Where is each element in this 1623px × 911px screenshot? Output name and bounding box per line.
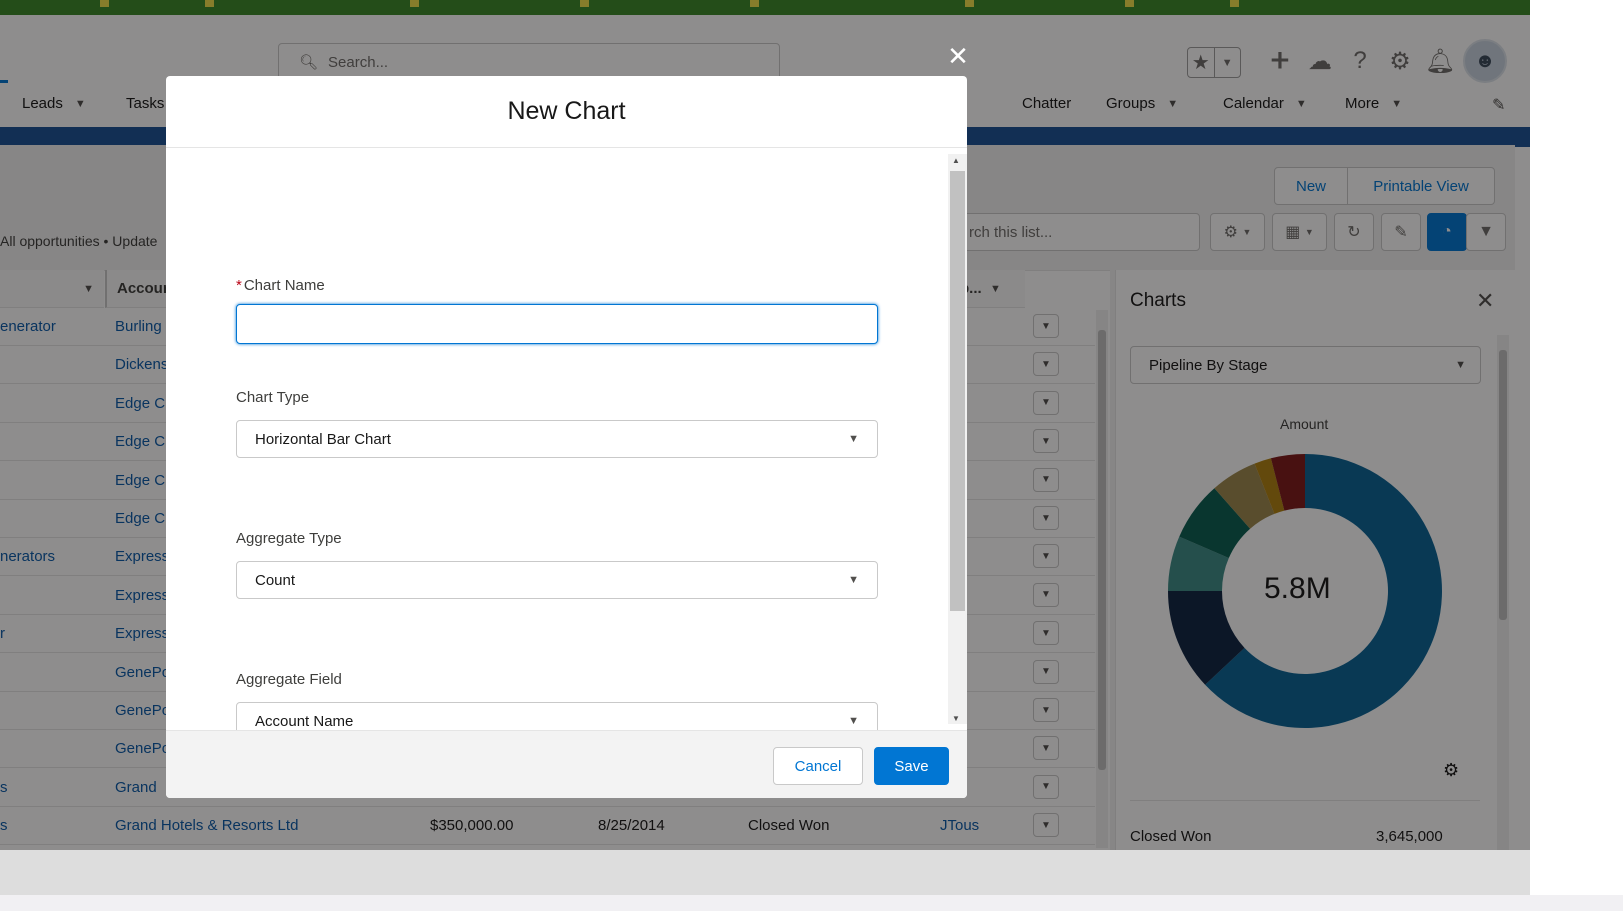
aggregate-type-select[interactable]: Count ▼	[236, 561, 878, 599]
scroll-down-icon[interactable]: ▼	[952, 714, 960, 723]
new-chart-modal: New Chart * Chart Name Chart Type Horizon…	[166, 76, 967, 798]
chart-type-label: Chart Type	[236, 389, 310, 406]
scroll-up-icon[interactable]: ▲	[952, 156, 960, 165]
aggregate-field-label: Aggregate Field	[236, 671, 342, 688]
chart-name-input[interactable]	[236, 304, 878, 344]
cancel-button[interactable]: Cancel	[773, 747, 863, 785]
close-icon[interactable]: ✕	[946, 43, 970, 69]
required-indicator: *	[236, 277, 242, 294]
chart-type-select[interactable]: Horizontal Bar Chart ▼	[236, 420, 878, 458]
modal-body: * Chart Name Chart Type Horizontal Bar Ch…	[166, 149, 967, 740]
chart-name-label: * Chart Name	[236, 277, 325, 294]
save-button[interactable]: Save	[874, 747, 949, 785]
aggregate-type-value: Count	[255, 571, 296, 589]
modal-footer: Cancel Save	[166, 730, 967, 798]
taskbar	[0, 895, 1623, 911]
modal-title: New Chart	[166, 76, 967, 148]
modal-scrollbar-thumb[interactable]	[950, 171, 965, 611]
chart-type-value: Horizontal Bar Chart	[255, 430, 391, 448]
aggregate-field-value: Account Name	[255, 712, 354, 730]
aggregate-type-label: Aggregate Type	[236, 530, 342, 547]
caret-down-icon: ▼	[848, 433, 859, 445]
caret-down-icon: ▼	[848, 574, 859, 586]
caret-down-icon: ▼	[848, 715, 859, 727]
